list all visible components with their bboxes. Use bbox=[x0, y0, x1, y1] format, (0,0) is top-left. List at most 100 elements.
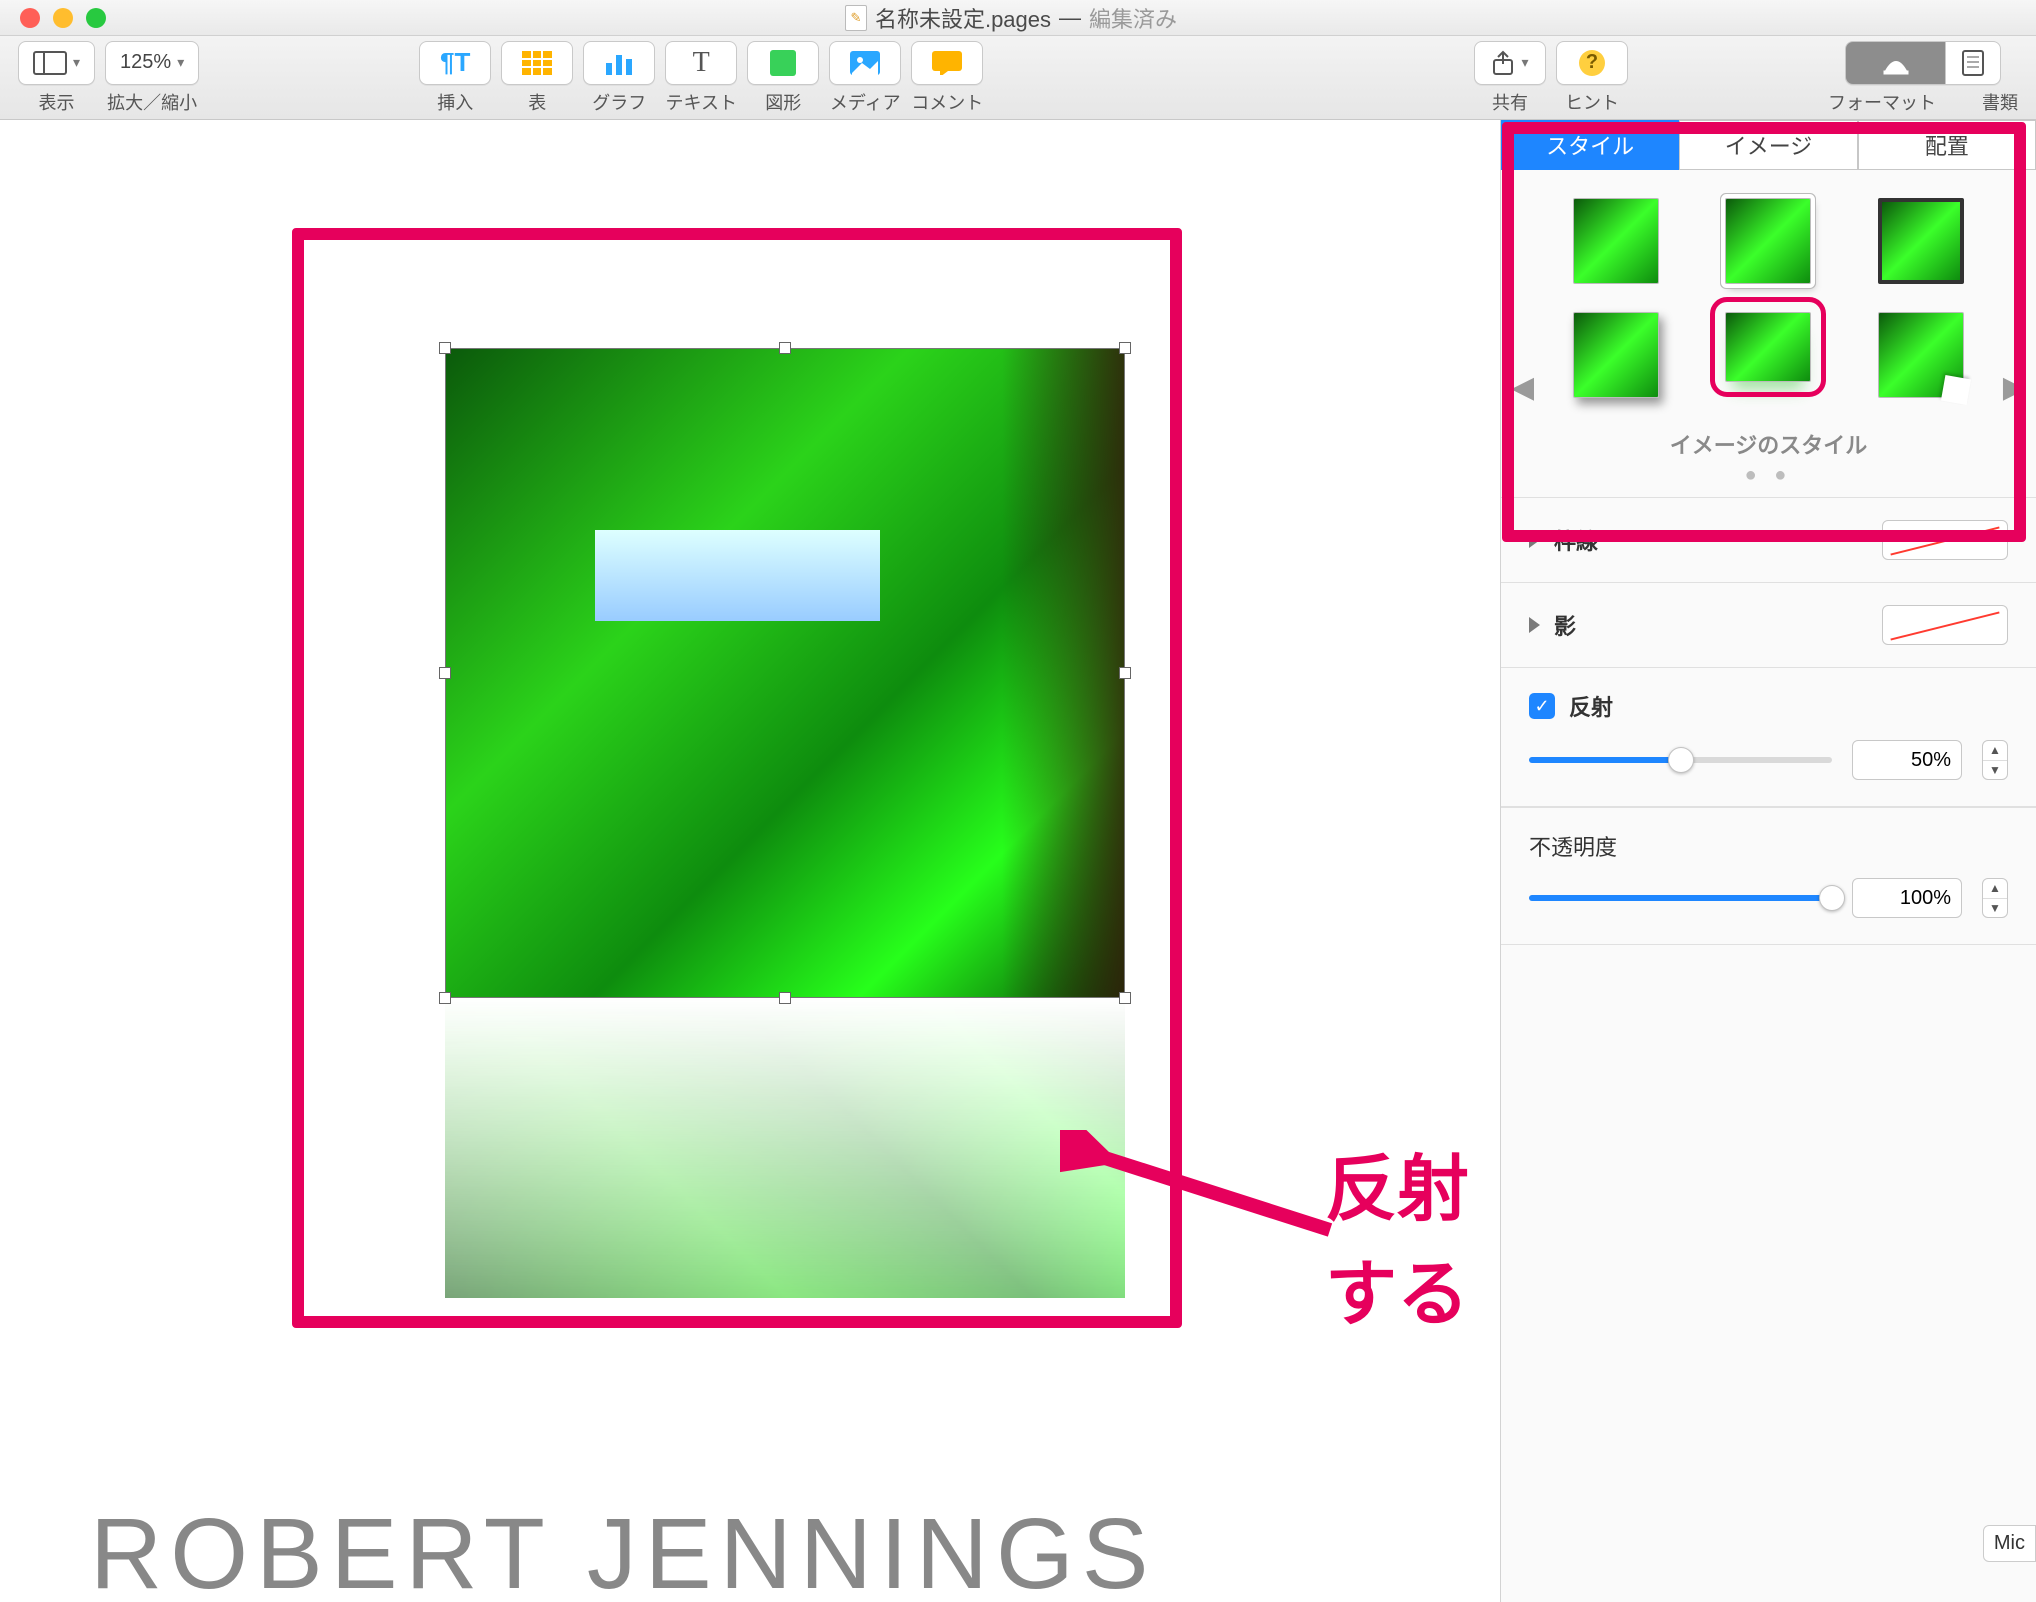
stepper-up-icon[interactable]: ▲ bbox=[1983, 741, 2007, 761]
style-thumb-plain[interactable] bbox=[1573, 198, 1659, 284]
slider-knob[interactable] bbox=[1668, 747, 1694, 773]
resize-handle-tr[interactable] bbox=[1119, 342, 1131, 354]
share-button[interactable]: ▾ bbox=[1474, 41, 1546, 85]
opacity-slider-row: 100% ▲▼ bbox=[1501, 868, 2036, 945]
hint-button[interactable]: ? bbox=[1556, 41, 1628, 85]
stepper-up-icon[interactable]: ▲ bbox=[1983, 879, 2007, 899]
page-heading: ROBERT JENNINGS bbox=[90, 1497, 1156, 1602]
border-label: 枠線 bbox=[1554, 524, 1598, 556]
zoom-window-button[interactable] bbox=[86, 8, 106, 28]
shadow-section[interactable]: 影 bbox=[1501, 582, 2036, 667]
shadow-swatch-none[interactable] bbox=[1882, 605, 2008, 645]
table-label: 表 bbox=[528, 89, 546, 115]
insert-label: 挿入 bbox=[437, 89, 473, 115]
styles-next-button[interactable]: ▶ bbox=[2003, 370, 2026, 405]
image-styles-label: イメージのスタイル bbox=[1519, 428, 2018, 460]
window-titlebar: ✎ 名称未設定.pages — 編集済み bbox=[0, 0, 2036, 36]
chevron-down-icon: ▾ bbox=[1521, 54, 1528, 71]
chevron-down-icon: ▾ bbox=[177, 54, 184, 71]
border-swatch-none[interactable] bbox=[1882, 520, 2008, 560]
traffic-lights bbox=[0, 8, 106, 28]
view-button[interactable]: ▾ bbox=[18, 41, 95, 85]
reflection-section-header: ✓ 反射 bbox=[1501, 667, 2036, 730]
reflection-label: 反射 bbox=[1569, 690, 1613, 722]
reflection-value-field[interactable]: 50% bbox=[1852, 740, 1962, 780]
stepper-down-icon[interactable]: ▼ bbox=[1983, 899, 2007, 918]
resize-handle-tm[interactable] bbox=[779, 342, 791, 354]
shadow-label: 影 bbox=[1554, 609, 1576, 641]
shape-label: 図形 bbox=[765, 89, 801, 115]
zoom-label: 拡大／縮小 bbox=[107, 89, 197, 115]
window-title: ✎ 名称未設定.pages — 編集済み bbox=[106, 2, 1916, 34]
corner-badge[interactable]: Mic bbox=[1983, 1525, 2036, 1562]
view-group: ▾ 表示 bbox=[18, 41, 95, 115]
media-label: メディア bbox=[830, 89, 901, 115]
document-filename: 名称未設定.pages bbox=[875, 2, 1051, 34]
zoom-group: 125% ▾ 拡大／縮小 bbox=[105, 41, 199, 115]
share-label: 共有 bbox=[1492, 89, 1528, 115]
zoom-button[interactable]: 125% ▾ bbox=[105, 41, 199, 85]
format-inspector: スタイル イメージ 配置 ◀ ▶ イメージのスタイル ● ● 枠線 影 bbox=[1500, 120, 2036, 1602]
opacity-slider[interactable] bbox=[1529, 895, 1832, 901]
tab-style[interactable]: スタイル bbox=[1501, 120, 1679, 170]
image-reflection bbox=[445, 998, 1125, 1298]
media-button[interactable] bbox=[829, 41, 901, 85]
hint-label: ヒント bbox=[1565, 89, 1619, 115]
page: ROBERT JENNINGS bbox=[50, 150, 1470, 1602]
style-thumb-border[interactable] bbox=[1878, 198, 1964, 284]
style-thumb-reflection[interactable] bbox=[1725, 312, 1811, 382]
document-button[interactable] bbox=[1945, 41, 2001, 85]
shape-button[interactable] bbox=[747, 41, 819, 85]
resize-handle-br[interactable] bbox=[1119, 992, 1131, 1004]
document-label: 書類 bbox=[1982, 89, 2018, 115]
opacity-stepper[interactable]: ▲▼ bbox=[1982, 878, 2008, 918]
close-window-button[interactable] bbox=[20, 8, 40, 28]
document-icon: ✎ bbox=[845, 5, 867, 31]
format-doc-group: フォーマット 書類 bbox=[1828, 41, 2018, 115]
border-section[interactable]: 枠線 bbox=[1501, 497, 2036, 582]
resize-handle-bm[interactable] bbox=[779, 992, 791, 1004]
resize-handle-ml[interactable] bbox=[439, 667, 451, 679]
image-styles-panel: ◀ ▶ イメージのスタイル ● ● bbox=[1501, 170, 2036, 497]
style-thumb-curl[interactable] bbox=[1878, 312, 1964, 398]
zoom-value: 125% bbox=[120, 51, 171, 74]
reflection-slider[interactable] bbox=[1529, 757, 1832, 763]
stepper-down-icon[interactable]: ▼ bbox=[1983, 761, 2007, 780]
table-button[interactable] bbox=[501, 41, 573, 85]
resize-handle-mr[interactable] bbox=[1119, 667, 1131, 679]
disclosure-triangle-icon bbox=[1529, 532, 1540, 548]
chart-label: グラフ bbox=[592, 89, 646, 115]
reflection-stepper[interactable]: ▲▼ bbox=[1982, 740, 2008, 780]
resize-handle-tl[interactable] bbox=[439, 342, 451, 354]
minimize-window-button[interactable] bbox=[53, 8, 73, 28]
selected-image[interactable] bbox=[445, 348, 1125, 998]
opacity-value-field[interactable]: 100% bbox=[1852, 878, 1962, 918]
comment-button[interactable] bbox=[911, 41, 983, 85]
styles-page-dots[interactable]: ● ● bbox=[1519, 464, 2018, 487]
resize-handle-bl[interactable] bbox=[439, 992, 451, 1004]
comment-label: コメント bbox=[911, 89, 983, 115]
reflection-checkbox[interactable]: ✓ bbox=[1529, 693, 1555, 719]
text-button[interactable]: T bbox=[665, 41, 737, 85]
style-thumb-shadow[interactable] bbox=[1573, 312, 1659, 398]
tab-image[interactable]: イメージ bbox=[1679, 120, 1857, 170]
inspector-tabs: スタイル イメージ 配置 bbox=[1501, 120, 2036, 170]
slider-knob[interactable] bbox=[1819, 885, 1845, 911]
view-label: 表示 bbox=[39, 89, 75, 115]
tab-arrange[interactable]: 配置 bbox=[1858, 120, 2036, 170]
disclosure-triangle-icon bbox=[1529, 617, 1540, 633]
toolbar: ▾ 表示 125% ▾ 拡大／縮小 ¶T 挿入 表 グラフ T テキスト 図形 メデ… bbox=[0, 36, 2036, 120]
insert-button[interactable]: ¶T bbox=[419, 41, 491, 85]
format-label: フォーマット bbox=[1828, 89, 1936, 115]
styles-prev-button[interactable]: ◀ bbox=[1511, 370, 1534, 405]
chart-button[interactable] bbox=[583, 41, 655, 85]
format-button[interactable] bbox=[1845, 41, 1945, 85]
reflection-slider-row: 50% ▲▼ bbox=[1501, 730, 2036, 807]
style-thumb-framed[interactable] bbox=[1725, 198, 1811, 284]
chevron-down-icon: ▾ bbox=[73, 54, 80, 71]
document-edited-status: 編集済み bbox=[1089, 2, 1177, 34]
document-canvas[interactable]: ROBERT JENNINGS 反射する bbox=[0, 120, 1500, 1602]
text-label: テキスト bbox=[665, 89, 736, 115]
image-content bbox=[445, 348, 1125, 998]
opacity-label: 不透明度 bbox=[1501, 807, 2036, 868]
